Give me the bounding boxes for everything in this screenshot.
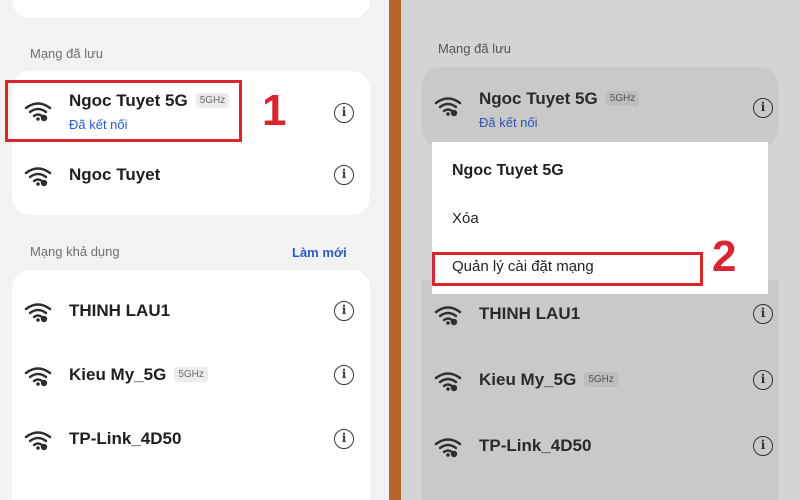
wifi-lock-icon (434, 95, 462, 117)
network-name: TP-Link_4D50 (479, 436, 592, 455)
network-name-text: Ngoc Tuyet 5G (479, 89, 598, 108)
panel-divider (389, 0, 401, 500)
network-row-kieu-my-5g[interactable]: Kieu My_5G 5GHz i (12, 346, 370, 406)
info-icon[interactable]: i (753, 370, 773, 390)
connected-status: Đã kết nối (479, 115, 538, 130)
network-name: Ngoc Tuyet 5G 5GHz (479, 89, 640, 109)
band-badge: 5GHz (584, 372, 618, 387)
network-name-text: Kieu My_5G (69, 365, 167, 384)
info-icon[interactable]: i (334, 103, 354, 123)
network-row-ngoc-tuyet-5g[interactable]: Ngoc Tuyet 5G 5GHz Đã kết nối i (422, 77, 778, 137)
network-name: Kieu My_5G 5GHz (479, 370, 618, 390)
info-icon[interactable]: i (334, 429, 354, 449)
available-networks-label: Mạng khả dụng (30, 244, 120, 259)
annotation-box-2 (432, 252, 703, 286)
network-name: THINH LAU1 (479, 304, 581, 323)
network-row-thinh-lau1[interactable]: THINH LAU1 i (422, 285, 778, 345)
info-icon[interactable]: i (753, 98, 773, 118)
delete-menu-item[interactable]: Xóa (452, 210, 479, 227)
wifi-lock-icon (24, 301, 52, 323)
available-networks-card: THINH LAU1 i Kieu My_5G 5GHz i TP-Link_4D… (12, 270, 370, 500)
top-card (12, 0, 370, 18)
network-row-tp-link-4d50[interactable]: TP-Link_4D50 i (422, 416, 778, 476)
screenshot-root: Mạng đã lưu Ngoc Tuyet 5G 5GHz Đã kết nối… (0, 0, 800, 500)
wifi-lock-icon (24, 429, 52, 451)
network-row-ngoc-tuyet[interactable]: Ngoc Tuyet i (12, 145, 370, 205)
band-badge: 5GHz (174, 367, 208, 382)
network-name: Kieu My_5G 5GHz (69, 365, 208, 385)
saved-networks-label: Mạng đã lưu (438, 41, 512, 56)
wifi-lock-icon (434, 436, 462, 458)
available-networks-card: THINH LAU1 i Kieu My_5G 5GHz i TP-Link_4D… (422, 280, 778, 500)
step-number-2: 2 (712, 232, 737, 281)
refresh-button[interactable]: Làm mới (292, 245, 347, 260)
wifi-lock-icon (434, 370, 462, 392)
saved-networks-card: Ngoc Tuyet 5G 5GHz Đã kết nối i (422, 67, 778, 147)
band-badge: 5GHz (605, 91, 640, 106)
info-icon[interactable]: i (753, 436, 773, 456)
network-row-kieu-my-5g[interactable]: Kieu My_5G 5GHz i (422, 350, 778, 410)
info-icon[interactable]: i (334, 301, 354, 321)
annotation-box-1 (5, 80, 242, 142)
saved-networks-label: Mạng đã lưu (30, 46, 104, 61)
step-number-1: 1 (262, 86, 287, 135)
network-name: TP-Link_4D50 (69, 429, 182, 448)
right-panel: Mạng đã lưu Ngoc Tuyet 5G 5GHz Đã kết nối… (401, 0, 800, 500)
network-row-thinh-lau1[interactable]: THINH LAU1 i (12, 282, 370, 342)
network-name-text: Kieu My_5G (479, 370, 577, 389)
wifi-lock-icon (434, 304, 462, 326)
info-icon[interactable]: i (334, 365, 354, 385)
network-name: THINH LAU1 (69, 301, 171, 320)
info-icon[interactable]: i (334, 165, 354, 185)
left-panel: Mạng đã lưu Ngoc Tuyet 5G 5GHz Đã kết nối… (0, 0, 389, 500)
wifi-lock-icon (24, 365, 52, 387)
network-name: Ngoc Tuyet (69, 165, 161, 184)
info-icon[interactable]: i (753, 304, 773, 324)
context-menu-title: Ngoc Tuyet 5G (452, 162, 564, 179)
wifi-lock-icon (24, 165, 52, 187)
network-row-tp-link-4d50[interactable]: TP-Link_4D50 i (12, 410, 370, 470)
